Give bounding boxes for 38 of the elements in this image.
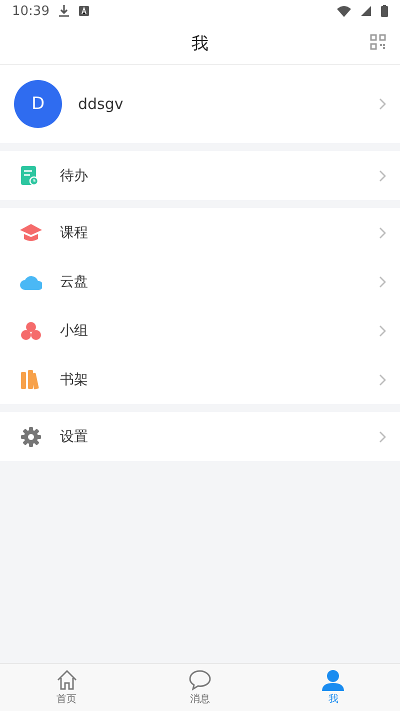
person-icon	[322, 669, 344, 691]
chevron-icon	[379, 374, 386, 386]
menu-label: 课程	[60, 224, 89, 242]
avatar: D	[14, 80, 62, 128]
page-title: 我	[192, 32, 208, 54]
chevron-icon	[379, 324, 386, 336]
menu-item[interactable]: 小组	[0, 306, 400, 355]
download-icon	[59, 5, 70, 17]
graduation-cap-icon	[20, 222, 42, 242]
menu-item[interactable]: 云盘	[0, 257, 400, 306]
menu-label: 设置	[60, 428, 89, 446]
circles-icon	[20, 320, 42, 340]
chevron-icon	[379, 276, 386, 288]
menu-item[interactable]: 待办	[0, 151, 400, 200]
tab-item[interactable]: 首页	[0, 664, 134, 711]
user-name: ddsgv	[78, 95, 124, 113]
battery-icon	[381, 5, 388, 17]
menu-item[interactable]: 书架	[0, 355, 400, 404]
gear-icon	[20, 426, 42, 446]
profile-row[interactable]: D ddsgv	[0, 65, 400, 143]
menu-label: 小组	[60, 322, 89, 340]
menu-label: 待办	[60, 166, 89, 184]
tab-item[interactable]: 消息	[133, 664, 267, 711]
wifi-icon	[337, 6, 351, 16]
chevron-icon	[379, 170, 386, 182]
speech-bubble-icon	[188, 669, 211, 691]
home-icon	[56, 669, 78, 691]
menu-item[interactable]: 设置	[0, 412, 400, 461]
notification-icon	[79, 6, 90, 16]
chevron-icon	[379, 226, 386, 238]
menu-item[interactable]: 课程	[0, 208, 400, 257]
status-time: 10:39	[12, 4, 50, 18]
menu-label: 云盘	[60, 272, 89, 290]
menu-label: 书架	[60, 370, 89, 388]
chevron-icon	[379, 98, 386, 110]
signal-icon	[361, 6, 371, 16]
qr-code-icon[interactable]	[370, 34, 386, 50]
chevron-icon	[379, 430, 386, 442]
